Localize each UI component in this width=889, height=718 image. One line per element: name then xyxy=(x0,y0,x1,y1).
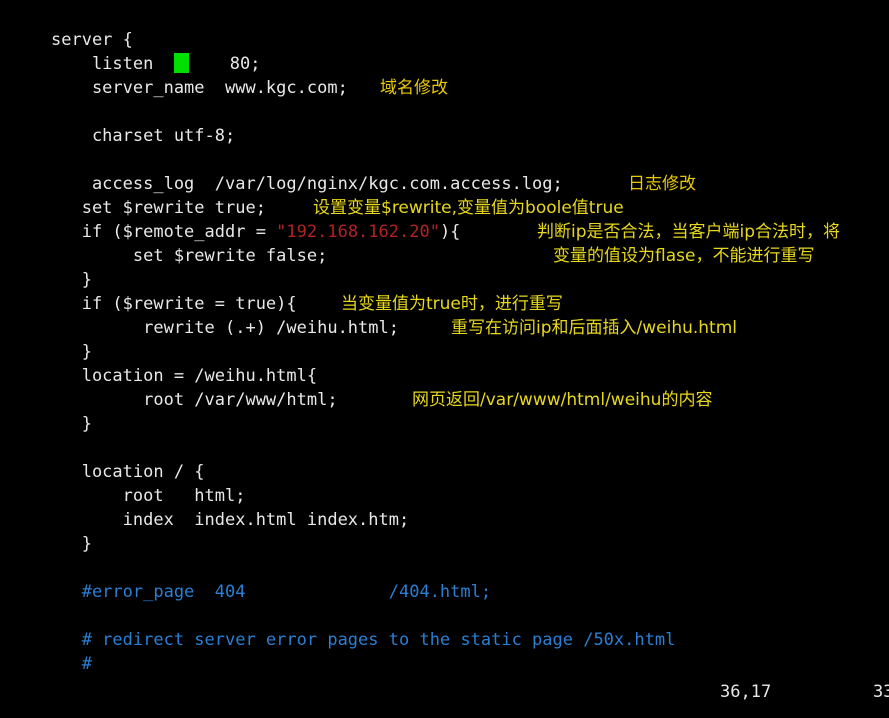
code-line[interactable]: set $rewrite true; 设置变量$rewrite,变量值为boole… xyxy=(51,196,889,220)
code-line[interactable]: root html; xyxy=(51,484,889,508)
code-text: set $rewrite false; xyxy=(51,246,328,266)
code-text: location = /weihu.html{ xyxy=(51,366,318,386)
code-text: set $rewrite true; xyxy=(51,198,266,218)
code-editor-area[interactable]: server { listen 80; server_name www.kgc.… xyxy=(51,28,889,676)
code-line[interactable]: access_log /var/log/nginx/kgc.com.access… xyxy=(51,172,889,196)
code-text: root html; xyxy=(51,486,246,506)
code-annotation: 判断ip是否合法，当客户端ip合法时，将 xyxy=(537,222,841,242)
comment-text: #error_page 404 /404.html; xyxy=(51,582,492,602)
code-text: location / { xyxy=(51,462,205,482)
code-line[interactable]: if ($remote_addr = "192.168.162.20"){ 判断i… xyxy=(51,220,889,244)
code-text: index index.html index.htm; xyxy=(51,510,410,530)
code-annotation: 变量的值设为flase，不能进行重写 xyxy=(553,246,815,266)
code-text: } xyxy=(51,534,92,554)
code-line[interactable] xyxy=(51,436,889,460)
code-line[interactable]: # redirect server error pages to the sta… xyxy=(51,628,889,652)
code-line[interactable]: server_name www.kgc.com; 域名修改 xyxy=(51,76,889,100)
code-line[interactable] xyxy=(51,100,889,124)
code-annotation: 重写在访问ip和后面插入/weihu.html xyxy=(451,318,738,338)
code-annotation: 日志修改 xyxy=(628,174,696,194)
code-line[interactable]: } xyxy=(51,532,889,556)
comment-text: # redirect server error pages to the sta… xyxy=(51,630,676,650)
code-line[interactable]: } xyxy=(51,268,889,292)
code-text: if ($remote_addr = xyxy=(51,222,277,242)
cursor-position-indicator: 36,17 xyxy=(720,682,772,702)
code-text: listen xyxy=(51,54,174,74)
code-line[interactable]: root /var/www/html; 网页返回/var/www/html/wei… xyxy=(51,388,889,412)
code-line[interactable] xyxy=(51,148,889,172)
code-text: access_log /var/log/nginx/kgc.com.access… xyxy=(51,174,563,194)
text-cursor xyxy=(173,53,189,73)
code-line[interactable]: location = /weihu.html{ xyxy=(51,364,889,388)
code-text: } xyxy=(51,414,92,434)
code-line[interactable]: location / { xyxy=(51,460,889,484)
code-line[interactable]: index index.html index.htm; xyxy=(51,508,889,532)
code-line[interactable]: } xyxy=(51,412,889,436)
scroll-position-indicator: 33 xyxy=(873,682,889,702)
code-text: charset utf-8; xyxy=(51,126,236,146)
code-line[interactable] xyxy=(51,556,889,580)
code-text: rewrite (.+) /weihu.html; xyxy=(51,318,399,338)
code-line[interactable]: listen 80; xyxy=(51,52,889,76)
code-text: 80; xyxy=(188,54,261,74)
code-text: server_name www.kgc.com; xyxy=(51,78,348,98)
code-text: } xyxy=(51,342,92,362)
code-text: if ($rewrite = true){ xyxy=(51,294,297,314)
code-line[interactable]: if ($rewrite = true){ 当变量值为true时，进行重写 xyxy=(51,292,889,316)
code-line[interactable]: charset utf-8; xyxy=(51,124,889,148)
code-line[interactable]: # xyxy=(51,652,889,676)
string-literal: "192.168.162.20" xyxy=(276,222,440,242)
code-annotation: 域名修改 xyxy=(380,78,448,98)
code-text: root /var/www/html; xyxy=(51,390,338,410)
code-line[interactable]: #error_page 404 /404.html; xyxy=(51,580,889,604)
code-annotation: 当变量值为true时，进行重写 xyxy=(341,294,563,314)
code-line[interactable]: server { xyxy=(51,28,889,52)
code-annotation: 网页返回/var/www/html/weihu的内容 xyxy=(412,390,713,410)
code-text: } xyxy=(51,270,92,290)
code-text: ){ xyxy=(439,222,461,242)
code-line[interactable]: rewrite (.+) /weihu.html; 重写在访问ip和后面插入/we… xyxy=(51,316,889,340)
status-bar: 36,17 33 xyxy=(0,674,889,718)
code-line[interactable] xyxy=(51,604,889,628)
code-line[interactable]: set $rewrite false; 变量的值设为flase，不能进行重写 xyxy=(51,244,889,268)
terminal-window: server { listen 80; server_name www.kgc.… xyxy=(0,0,889,718)
code-text: server { xyxy=(51,30,133,50)
code-annotation: 设置变量$rewrite,变量值为boole值true xyxy=(313,198,624,218)
comment-text: # xyxy=(51,654,92,674)
code-line[interactable]: } xyxy=(51,340,889,364)
